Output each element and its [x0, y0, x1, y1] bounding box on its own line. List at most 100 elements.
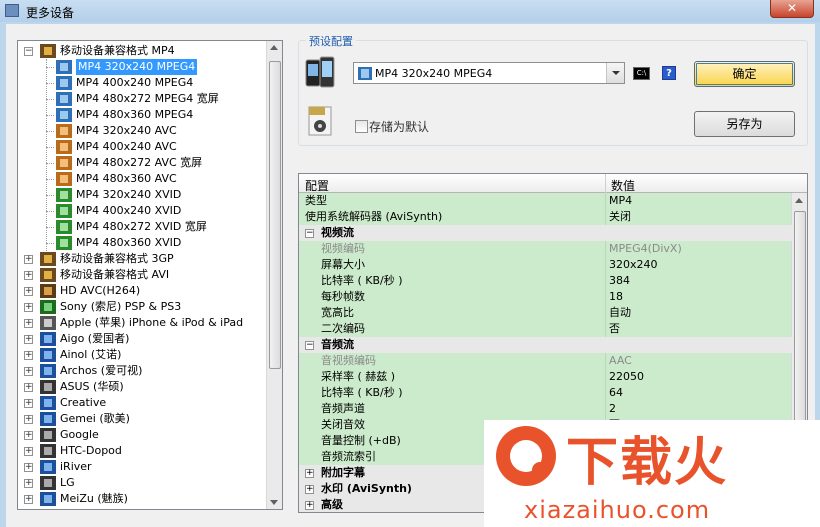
watermark-logo: 下载火 xiazaihuo.com	[484, 420, 820, 527]
tree-item-label: MP4 400x240 MPEG4	[76, 76, 194, 89]
grid-section-row[interactable]: − 视频流	[299, 225, 793, 241]
video-blue-icon	[56, 76, 72, 90]
property-value[interactable]: 关闭	[609, 209, 631, 225]
preset-select[interactable]: MP4 320x240 MPEG4	[353, 62, 625, 84]
chevron-down-icon[interactable]	[606, 63, 624, 83]
property-name: 二次编码	[321, 322, 365, 335]
tree-item-label: MP4 480x272 MPEG4 宽屏	[76, 92, 219, 105]
window-title: 更多设备	[26, 6, 75, 20]
film-strip-icon	[40, 284, 56, 298]
grid-section-row[interactable]: − 音频流	[299, 337, 793, 353]
grid-property-row[interactable]: 比特率 ( KB/秒 ) 64	[299, 385, 793, 401]
command-line-icon[interactable]: C:\	[633, 67, 650, 80]
expand-icon[interactable]: +	[24, 479, 33, 488]
grid-property-row[interactable]: 使用系统解码器 (AviSynth) 关闭	[299, 209, 793, 225]
video-orange-icon	[56, 140, 72, 154]
tree-item-label: MP4 320x240 XVID	[76, 188, 182, 201]
scroll-down-icon[interactable]	[270, 500, 278, 505]
collapse-icon[interactable]: −	[24, 47, 33, 56]
property-value[interactable]: 自动	[609, 305, 631, 321]
expand-icon[interactable]: +	[24, 351, 33, 360]
property-value[interactable]: 否	[609, 321, 620, 337]
scroll-thumb[interactable]	[269, 61, 281, 369]
expand-icon[interactable]: +	[24, 335, 33, 344]
mp3-player-icon	[40, 492, 56, 506]
grid-property-row[interactable]: 视频编码 MPEG4(DivX)	[299, 241, 793, 257]
tree-item-label: Gemei (歌美)	[60, 412, 130, 425]
expand-icon[interactable]: +	[24, 319, 33, 328]
phone-icon	[40, 476, 56, 490]
property-name: 采样率 ( 赫兹 )	[321, 370, 396, 383]
grid-property-row[interactable]: 屏幕大小 320x240	[299, 257, 793, 273]
expand-icon[interactable]: +	[24, 431, 33, 440]
save-default-label[interactable]: 存储为默认	[369, 118, 429, 135]
collapse-icon[interactable]: −	[305, 341, 314, 350]
save-default-checkbox[interactable]	[355, 120, 368, 133]
tree-item-label: MP4 400x240 XVID	[76, 204, 182, 217]
help-icon[interactable]: ?	[662, 66, 676, 80]
property-value[interactable]: MPEG4(DivX)	[609, 241, 682, 257]
video-blue-icon	[56, 60, 72, 74]
expand-icon[interactable]: +	[24, 303, 33, 312]
app-icon	[5, 4, 19, 17]
expand-icon[interactable]: +	[24, 255, 33, 264]
property-name: 高级	[321, 498, 343, 511]
expand-icon[interactable]: +	[24, 447, 33, 456]
grid-property-row[interactable]: 音视频编码 AAC	[299, 353, 793, 369]
tree-item-label: ASUS (华硕)	[60, 380, 124, 393]
tree-item-label: 移动设备兼容格式 AVI	[60, 268, 170, 281]
grid-property-row[interactable]: 二次编码 否	[299, 321, 793, 337]
scroll-up-icon[interactable]	[270, 45, 278, 50]
expand-icon[interactable]: +	[24, 367, 33, 376]
property-value[interactable]: 2	[609, 401, 616, 417]
property-value[interactable]: MP4	[609, 193, 632, 209]
tree-item-label: MP4 480x360 AVC	[76, 172, 177, 185]
expand-icon[interactable]: +	[24, 287, 33, 296]
film-folder-icon	[40, 268, 56, 282]
watermark-text: 下载火	[566, 433, 729, 493]
close-button[interactable]: ✕	[770, 0, 814, 18]
video-green-icon	[56, 220, 72, 234]
tree-item-label: 移动设备兼容格式 3GP	[60, 252, 174, 265]
grid-header-key: 配置	[305, 179, 330, 193]
tree-scrollbar[interactable]	[266, 41, 282, 509]
device-tree[interactable]: − 移动设备兼容格式 MP4 MP4 320x240 MPEG4 MP4 400x24…	[17, 40, 283, 510]
scroll-up-icon[interactable]	[795, 198, 803, 203]
grid-property-row[interactable]: 音频声道 2	[299, 401, 793, 417]
grid-property-row[interactable]: 宽高比 自动	[299, 305, 793, 321]
property-value[interactable]: 64	[609, 385, 623, 401]
tree-item-label: MP4 480x360 XVID	[76, 236, 182, 249]
expand-icon[interactable]: +	[305, 469, 314, 478]
tree-item-label: HD AVC(H264)	[60, 284, 141, 297]
property-value[interactable]: 384	[609, 273, 630, 289]
tree-item-label: MP4 480x360 MPEG4	[76, 108, 194, 121]
video-green-icon	[56, 188, 72, 202]
expand-icon[interactable]: +	[24, 463, 33, 472]
grid-property-row[interactable]: 比特率 ( KB/秒 ) 384	[299, 273, 793, 289]
expand-icon[interactable]: +	[24, 399, 33, 408]
save-as-button[interactable]: 另存为	[694, 111, 795, 137]
collapse-icon[interactable]: −	[305, 229, 314, 238]
property-value[interactable]: AAC	[609, 353, 632, 369]
tree-item-label: MeiZu (魅族)	[60, 492, 128, 505]
expand-icon[interactable]: +	[24, 383, 33, 392]
expand-icon[interactable]: +	[305, 485, 314, 494]
grid-property-row[interactable]: 采样率 ( 赫兹 ) 22050	[299, 369, 793, 385]
title-bar: 更多设备 ✕	[0, 0, 820, 22]
grid-header: 配置 数值	[299, 174, 807, 193]
mp3-player-icon	[40, 412, 56, 426]
expand-icon[interactable]: +	[305, 501, 314, 510]
tree-item-label: Ainol (艾诺)	[60, 348, 122, 361]
grid-property-row[interactable]: 每秒帧数 18	[299, 289, 793, 305]
property-name: 使用系统解码器 (AviSynth)	[305, 210, 443, 223]
property-value[interactable]: 18	[609, 289, 623, 305]
expand-icon[interactable]: +	[24, 495, 33, 504]
property-value[interactable]: 320x240	[609, 257, 658, 273]
download-logo-icon	[496, 426, 556, 486]
expand-icon[interactable]: +	[24, 271, 33, 280]
ok-button[interactable]: 确定	[694, 61, 795, 87]
film-folder-icon	[40, 252, 56, 266]
property-value[interactable]: 22050	[609, 369, 644, 385]
grid-property-row[interactable]: 类型 MP4	[299, 193, 793, 209]
expand-icon[interactable]: +	[24, 415, 33, 424]
